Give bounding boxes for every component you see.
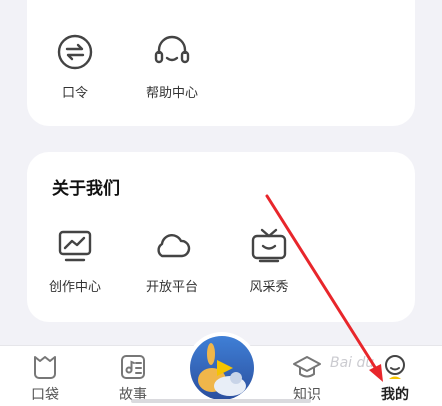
watermark: Bai du — [330, 355, 375, 371]
shortcuts-card: 口令 帮助中心 — [27, 0, 415, 126]
monitor-chart-icon — [58, 230, 92, 262]
tile-label: 开放平台 — [145, 280, 198, 295]
headset-icon — [154, 35, 190, 64]
graduation-cap-icon — [293, 356, 321, 378]
story-book-icon — [121, 355, 145, 379]
tile-label: 风采秀 — [249, 280, 289, 295]
tab-label: 口袋 — [31, 387, 59, 403]
home-indicator — [131, 399, 311, 403]
pocket-icon — [34, 356, 56, 379]
tile-kouling[interactable]: 口令 — [35, 30, 115, 101]
section-title: 关于我们 — [52, 179, 120, 199]
tile-help-center[interactable]: 帮助中心 — [132, 30, 212, 101]
tile-label: 口令 — [61, 86, 88, 101]
play-icon — [190, 336, 254, 400]
tv-icon — [251, 228, 287, 263]
tab-story[interactable]: 故事 — [98, 346, 168, 404]
tab-pocket[interactable]: 口袋 — [10, 346, 80, 404]
center-artwork — [190, 336, 254, 400]
tile-creation-center[interactable]: 创作中心 — [35, 224, 115, 295]
tile-label: 创作中心 — [48, 280, 101, 295]
cloud-icon — [157, 234, 191, 258]
about-us-card: 关于我们 创作中心 开放平台 风采秀 — [27, 152, 415, 322]
tile-open-platform[interactable]: 开放平台 — [132, 224, 212, 295]
tile-showcase[interactable]: 风采秀 — [229, 224, 309, 295]
tab-label: 我的 — [381, 387, 409, 403]
tile-label: 帮助中心 — [145, 86, 198, 101]
center-play-button[interactable] — [186, 332, 258, 404]
swap-circle-icon — [57, 34, 93, 70]
profile-icon — [385, 355, 405, 379]
